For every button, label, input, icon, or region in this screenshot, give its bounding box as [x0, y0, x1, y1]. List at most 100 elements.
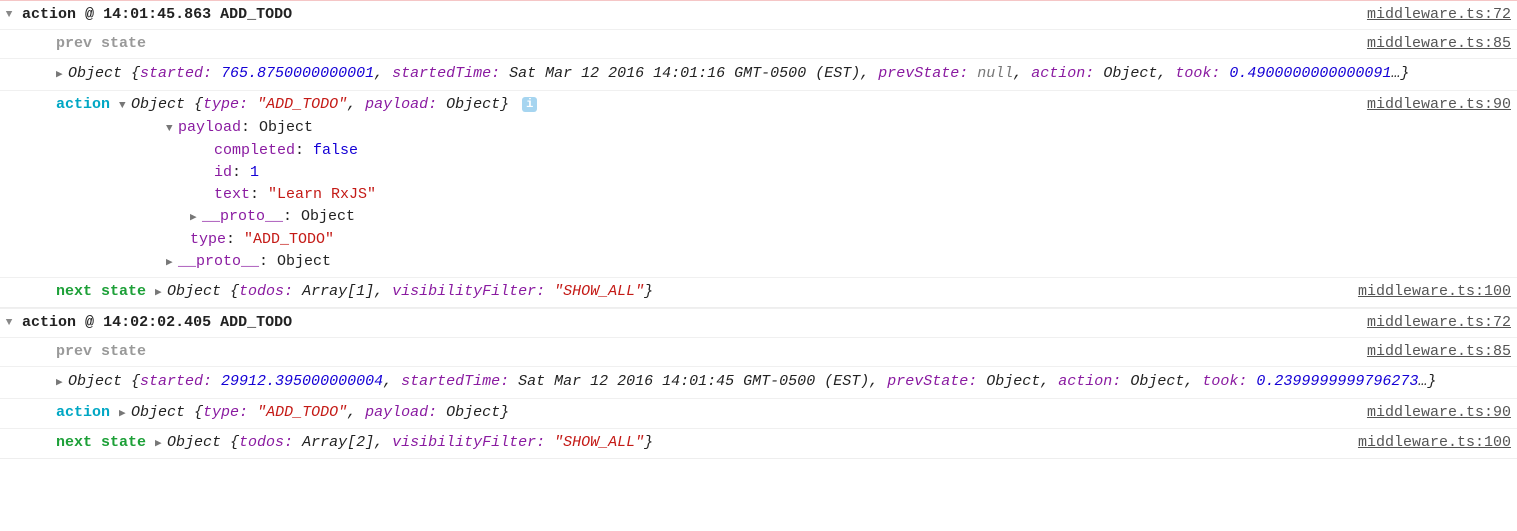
- val-started: 765.8750000000001: [221, 65, 374, 82]
- sep: ,: [1013, 65, 1031, 82]
- chevron-right-icon[interactable]: ▶: [119, 403, 131, 425]
- prev-state-object[interactable]: ▶Object {started: 29912.395000000004, st…: [52, 370, 1511, 395]
- header-at: @: [85, 314, 94, 331]
- header-action: ADD_TODO: [220, 314, 292, 331]
- disclosure-triangle-icon[interactable]: ▼: [0, 312, 18, 334]
- obj-prefix: Object {: [68, 65, 140, 82]
- sep: ,: [347, 96, 365, 113]
- key-proto2: __proto__: [178, 253, 259, 270]
- chevron-right-icon[interactable]: ▶: [56, 63, 68, 87]
- source-link[interactable]: middleware.ts:100: [1346, 281, 1511, 303]
- obj-suffix: }: [500, 96, 509, 113]
- chevron-down-icon[interactable]: ▼: [166, 118, 178, 140]
- obj-suffix: }: [644, 283, 653, 300]
- key-payload: payload:: [365, 404, 437, 421]
- key-startedtime: startedTime:: [401, 373, 509, 390]
- sep: ,: [374, 283, 392, 300]
- tree-payload[interactable]: ▼payload: Object: [56, 117, 1355, 140]
- action-content: action ▼Object {type: "ADD_TODO", payloa…: [52, 94, 1355, 274]
- disclosure-triangle-icon[interactable]: ▼: [0, 4, 18, 26]
- header-time: 14:02:02.405: [103, 314, 211, 331]
- header-label: action: [22, 314, 76, 331]
- val-started: 29912.395000000004: [221, 373, 383, 390]
- key-took: took:: [1202, 373, 1247, 390]
- chevron-right-icon[interactable]: ▶: [56, 371, 68, 395]
- action-label: action: [56, 96, 110, 113]
- action-row: action ▼Object {type: "ADD_TODO", payloa…: [0, 90, 1517, 277]
- prev-state-row: prev state middleware.ts:85: [0, 337, 1517, 366]
- val-payload: Object: [446, 404, 500, 421]
- chevron-right-icon[interactable]: ▶: [166, 252, 178, 274]
- key-took: took:: [1175, 65, 1220, 82]
- prev-state-label: prev state: [56, 343, 146, 360]
- val-type: "ADD_TODO": [257, 404, 347, 421]
- val-text: "Learn RxJS": [268, 186, 376, 203]
- next-state-row: next state ▶Object {todos: Array[2], vis…: [0, 428, 1517, 458]
- group-header: action @ 14:02:02.405 ADD_TODO: [18, 312, 1355, 334]
- action-summary[interactable]: ▼Object {type: "ADD_TODO", payload: Obje…: [119, 96, 537, 113]
- source-link[interactable]: middleware.ts:72: [1355, 312, 1511, 334]
- chevron-down-icon[interactable]: ▼: [119, 95, 131, 117]
- obj-prefix: Object {: [68, 373, 140, 390]
- header-label: action: [22, 6, 76, 23]
- source-link[interactable]: middleware.ts:72: [1355, 4, 1511, 26]
- obj-suffix: }: [644, 434, 653, 451]
- val-type: "ADD_TODO": [257, 96, 347, 113]
- key-type: type:: [203, 404, 248, 421]
- key-completed: completed: [214, 142, 295, 159]
- next-state-row: next state ▶Object {todos: Array[1], vis…: [0, 277, 1517, 307]
- val-proto2: Object: [277, 253, 331, 270]
- next-state-object[interactable]: ▶Object {todos: Array[2], visibilityFilt…: [155, 434, 653, 451]
- key-started: started:: [140, 373, 212, 390]
- next-state-label: next state: [56, 434, 146, 451]
- chevron-right-icon[interactable]: ▶: [155, 282, 167, 304]
- group-header: action @ 14:01:45.863 ADD_TODO: [18, 4, 1355, 26]
- log-group: ▼ action @ 14:01:45.863 ADD_TODO middlew…: [0, 0, 1517, 308]
- prev-state-content: prev state: [52, 341, 1355, 363]
- next-state-label: next state: [56, 283, 146, 300]
- tree-id: id: 1: [56, 162, 1355, 184]
- val-action: Object: [1130, 373, 1184, 390]
- action-summary[interactable]: ▶Object {type: "ADD_TODO", payload: Obje…: [119, 404, 509, 421]
- action-row: action ▶Object {type: "ADD_TODO", payloa…: [0, 398, 1517, 428]
- source-link[interactable]: middleware.ts:85: [1355, 33, 1511, 55]
- key-id: id: [214, 164, 232, 181]
- chevron-right-icon[interactable]: ▶: [190, 207, 202, 229]
- val-prevstate: null: [977, 65, 1013, 82]
- tree-proto-inner[interactable]: ▶__proto__: Object: [56, 206, 1355, 229]
- obj-prefix: Object {: [131, 96, 203, 113]
- prev-state-object[interactable]: ▶Object {started: 765.8750000000001, sta…: [52, 62, 1511, 87]
- key-type2: type: [190, 231, 226, 248]
- action-label: action: [56, 404, 110, 421]
- tree-completed: completed: false: [56, 140, 1355, 162]
- header-time: 14:01:45.863: [103, 6, 211, 23]
- sep: ,: [1157, 65, 1175, 82]
- val-action: Object: [1103, 65, 1157, 82]
- info-icon[interactable]: i: [522, 97, 537, 112]
- val-proto: Object: [301, 208, 355, 225]
- tree-text: text: "Learn RxJS": [56, 184, 1355, 206]
- next-state-object[interactable]: ▶Object {todos: Array[1], visibilityFilt…: [155, 283, 653, 300]
- val-payload: Object: [446, 96, 500, 113]
- key-proto: __proto__: [202, 208, 283, 225]
- prev-state-content: prev state: [52, 33, 1355, 55]
- key-startedtime: startedTime:: [392, 65, 500, 82]
- header-action: ADD_TODO: [220, 6, 292, 23]
- action-content: action ▶Object {type: "ADD_TODO", payloa…: [52, 402, 1355, 425]
- chevron-right-icon[interactable]: ▶: [155, 433, 167, 455]
- next-state-content: next state ▶Object {todos: Array[2], vis…: [52, 432, 1346, 455]
- source-link[interactable]: middleware.ts:100: [1346, 432, 1511, 454]
- sep: ,: [374, 434, 392, 451]
- val-id: 1: [250, 164, 259, 181]
- val-todos: Array[2]: [302, 434, 374, 451]
- tree-proto-outer[interactable]: ▶__proto__: Object: [56, 251, 1355, 274]
- source-link[interactable]: middleware.ts:90: [1355, 94, 1511, 116]
- sep: ,: [347, 404, 365, 421]
- obj-suffix: …}: [1391, 65, 1409, 82]
- prev-state-row: prev state middleware.ts:85: [0, 29, 1517, 58]
- source-link[interactable]: middleware.ts:90: [1355, 402, 1511, 424]
- val-startedtime: Sat Mar 12 2016 14:01:45 GMT-0500 (EST): [518, 373, 869, 390]
- source-link[interactable]: middleware.ts:85: [1355, 341, 1511, 363]
- key-prevstate: prevState:: [887, 373, 977, 390]
- obj-prefix: Object {: [131, 404, 203, 421]
